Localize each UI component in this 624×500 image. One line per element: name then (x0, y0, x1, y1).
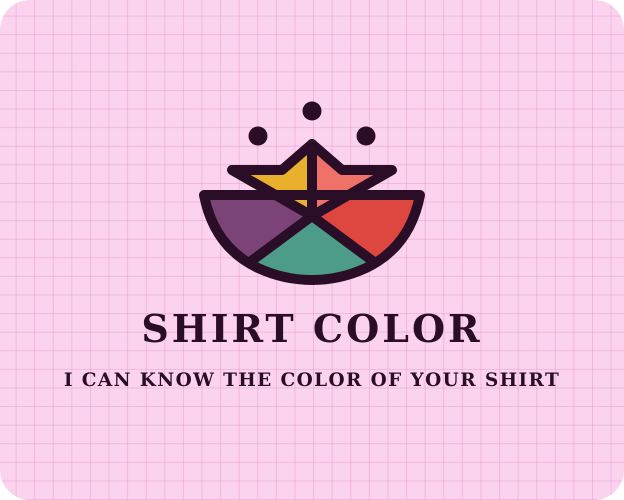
brand-tagline: I CAN KNOW THE COLOR OF YOUR SHIRT (63, 370, 561, 391)
dot-top (302, 101, 322, 121)
dot-right (356, 126, 376, 146)
logo-card: SHIRT COLOR I CAN KNOW THE COLOR OF YOUR… (0, 0, 624, 500)
dot-left (248, 126, 268, 146)
brand-title: SHIRT COLOR (141, 306, 483, 351)
lotus-icon (199, 101, 425, 285)
